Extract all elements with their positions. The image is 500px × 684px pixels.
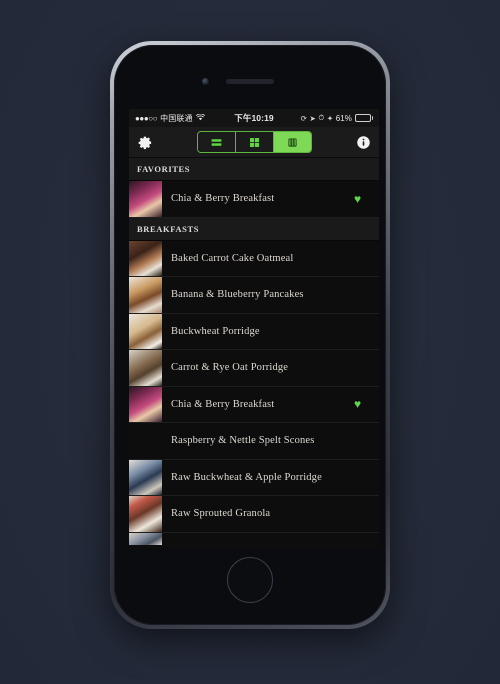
recipe-title: Chia & Berry Breakfast bbox=[171, 398, 275, 410]
location-arrow-icon: ➤ bbox=[309, 113, 316, 123]
recipe-thumbnail-image bbox=[129, 350, 162, 386]
recipe-thumbnail-image bbox=[129, 313, 162, 349]
view-mode-segmented-control[interactable] bbox=[196, 131, 312, 153]
phone-screen: ●●●○○ 中国联通 下午10:19 ⟳ ➤ ⏱ ✦ 61% FAVORITES… bbox=[129, 109, 379, 549]
app-toolbar bbox=[129, 127, 379, 158]
home-button[interactable] bbox=[227, 557, 273, 603]
signal-strength-icon: ●●●○○ bbox=[135, 113, 158, 123]
segment-grid-view[interactable] bbox=[235, 132, 274, 152]
carrier-label: 中国联通 bbox=[160, 113, 193, 123]
recipe-title: Chia & Berry Breakfast bbox=[171, 193, 275, 205]
recipe-thumbnail-image bbox=[129, 459, 162, 495]
gear-icon[interactable] bbox=[136, 133, 154, 151]
recipe-title: Baked Carrot Cake Oatmeal bbox=[171, 252, 294, 264]
status-bar-left: ●●●○○ 中国联通 bbox=[135, 113, 234, 124]
info-icon[interactable] bbox=[354, 133, 372, 151]
recipe-thumbnail-image bbox=[129, 496, 162, 532]
recipe-thumbnail-image bbox=[129, 386, 162, 422]
favorite-heart-icon[interactable]: ♥ bbox=[354, 193, 370, 205]
recipe-list[interactable]: FAVORITES Chia & Berry Breakfast ♥ BREAKFAS… bbox=[129, 158, 379, 549]
recipe-thumbnail-image bbox=[129, 240, 162, 276]
phone-bezel: ●●●○○ 中国联通 下午10:19 ⟳ ➤ ⏱ ✦ 61% FAVORITES… bbox=[114, 45, 386, 625]
rotation-lock-icon: ⟳ bbox=[300, 113, 307, 123]
alarm-icon: ⏱ bbox=[318, 113, 325, 122]
recipe-thumbnail-image bbox=[129, 532, 162, 545]
wifi-icon bbox=[195, 113, 205, 123]
recipe-row[interactable]: Raw Sprouted Granola bbox=[129, 496, 379, 533]
recipe-row[interactable]: Baked Carrot Cake Oatmeal bbox=[129, 240, 379, 277]
recipe-row[interactable]: Banana & Blueberry Pancakes bbox=[129, 277, 379, 314]
front-camera-icon bbox=[202, 78, 209, 85]
recipe-row[interactable]: Chia & Berry Breakfast ♥ bbox=[129, 181, 379, 218]
recipe-title: Banana & Blueberry Pancakes bbox=[171, 289, 304, 301]
phone-device: ●●●○○ 中国联通 下午10:19 ⟳ ➤ ⏱ ✦ 61% FAVORITES… bbox=[110, 41, 390, 629]
segment-list-view[interactable] bbox=[197, 132, 236, 152]
recipe-row[interactable]: Raspberry & Nettle Spelt Scones bbox=[129, 423, 379, 460]
status-bar-right: ⟳ ➤ ⏱ ✦ 61% bbox=[274, 113, 374, 123]
recipe-title: Raspberry & Nettle Spelt Scones bbox=[171, 435, 315, 447]
status-bar-clock: 下午10:19 bbox=[234, 113, 274, 123]
recipe-thumbnail-image bbox=[129, 181, 162, 217]
segment-book-view[interactable] bbox=[273, 132, 311, 152]
recipe-row[interactable]: Carrot & Rye Oat Porridge bbox=[129, 350, 379, 387]
status-bar: ●●●○○ 中国联通 下午10:19 ⟳ ➤ ⏱ ✦ 61% bbox=[129, 109, 379, 127]
bluetooth-icon: ✦ bbox=[326, 113, 334, 123]
recipe-title: Raw Sprouted Granola bbox=[171, 508, 271, 520]
recipe-row[interactable]: Buckwheat Porridge bbox=[129, 313, 379, 350]
recipe-thumbnail-image bbox=[129, 423, 162, 459]
recipe-title: Raw Buckwheat & Apple Porridge bbox=[171, 471, 322, 483]
recipe-thumbnail-image bbox=[129, 277, 162, 313]
screenshot-scene: ●●●○○ 中国联通 下午10:19 ⟳ ➤ ⏱ ✦ 61% FAVORITES… bbox=[0, 0, 500, 684]
battery-percent-label: 61% bbox=[335, 113, 353, 123]
recipe-title: Buckwheat Porridge bbox=[171, 325, 260, 337]
recipe-row[interactable]: Raw Buckwheat & Apple Porridge bbox=[129, 459, 379, 496]
favorite-heart-icon[interactable]: ♥ bbox=[354, 398, 370, 410]
recipe-row[interactable] bbox=[129, 532, 379, 545]
battery-icon bbox=[354, 114, 374, 122]
list-section-header: BREAKFASTS bbox=[129, 217, 379, 241]
earpiece-speaker bbox=[226, 79, 274, 84]
recipe-row[interactable]: Chia & Berry Breakfast ♥ bbox=[129, 386, 379, 423]
list-section-header: FAVORITES bbox=[129, 158, 379, 181]
recipe-title: Carrot & Rye Oat Porridge bbox=[171, 362, 289, 374]
